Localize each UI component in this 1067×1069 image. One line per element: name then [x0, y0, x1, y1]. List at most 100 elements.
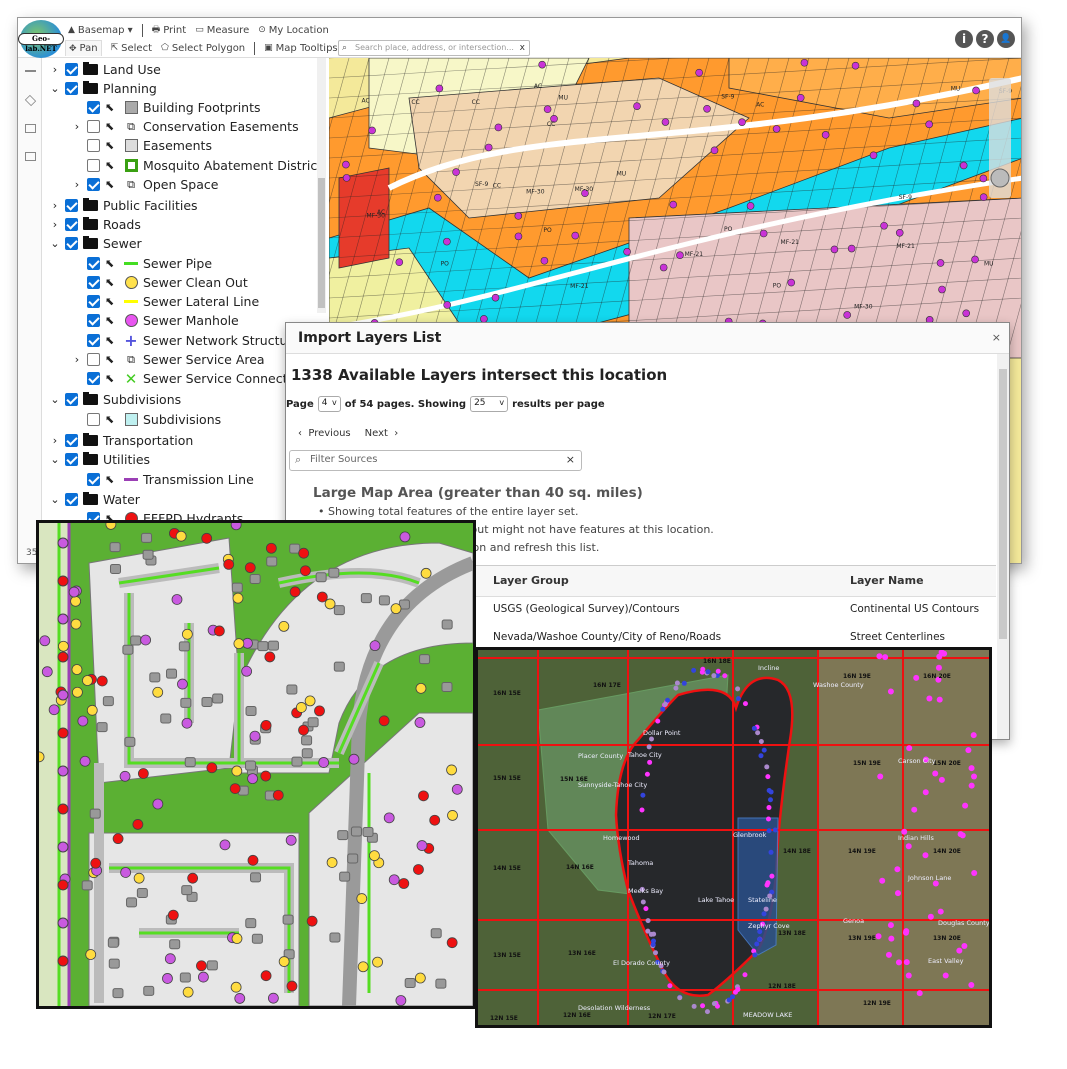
- help-icon[interactable]: ?: [976, 30, 994, 48]
- layer-checkbox[interactable]: [87, 159, 100, 172]
- user-icon[interactable]: 👤: [997, 30, 1015, 48]
- layer-checkbox[interactable]: [87, 334, 100, 347]
- chevron-right-icon[interactable]: ›: [50, 434, 60, 447]
- select-button[interactable]: ⇱ Select: [111, 43, 152, 54]
- layer-checkbox[interactable]: [87, 372, 100, 385]
- select-tool-icon[interactable]: ⬉: [105, 178, 119, 191]
- layer-tree-item[interactable]: ⬉ Subdivisions: [72, 410, 221, 429]
- select-tool-icon[interactable]: ⬉: [105, 139, 119, 152]
- layer-tree-item[interactable]: › Land Use: [50, 60, 161, 79]
- layer-tree-scrollbar[interactable]: [317, 58, 326, 313]
- legend-toggle-icon[interactable]: [25, 70, 36, 79]
- chevron-right-icon[interactable]: ›: [50, 199, 60, 212]
- dialog-scrollbar[interactable]: [997, 354, 1009, 739]
- layer-tree-item[interactable]: ⌄ Water: [50, 490, 140, 509]
- layer-tree-item[interactable]: ⬉ Sewer Manhole: [72, 311, 239, 330]
- layer-checkbox[interactable]: [87, 314, 100, 327]
- print-button[interactable]: 🖶 Print: [152, 22, 187, 38]
- chevron-right-icon[interactable]: ›: [72, 353, 82, 366]
- select-tool-icon[interactable]: ⬉: [105, 372, 119, 385]
- layer-checkbox[interactable]: [87, 139, 100, 152]
- layer-tree-item[interactable]: › ⬉ ⧉ Conservation Easements: [72, 117, 299, 136]
- layer-tree-item[interactable]: › ⬉ ⧉ Sewer Service Area: [72, 350, 265, 369]
- select-tool-icon[interactable]: ⬉: [105, 257, 119, 270]
- layer-checkbox[interactable]: [87, 120, 100, 133]
- sewer-network-map[interactable]: [36, 520, 476, 1009]
- chevron-right-icon[interactable]: ›: [72, 120, 82, 133]
- layer-checkbox[interactable]: [87, 178, 100, 191]
- column-layer-name[interactable]: Layer Name: [850, 574, 924, 587]
- clear-search-button[interactable]: x: [520, 41, 525, 55]
- layer-checkbox[interactable]: [87, 257, 100, 270]
- layer-tree-item[interactable]: ⬉ Transmission Line: [72, 470, 254, 489]
- layer-checkbox[interactable]: [87, 276, 100, 289]
- panel-icon[interactable]: [25, 152, 36, 161]
- select-tool-icon[interactable]: ⬉: [105, 353, 119, 366]
- info-icon[interactable]: i: [955, 30, 973, 48]
- select-tool-icon[interactable]: ⬉: [105, 120, 119, 133]
- layer-checkbox[interactable]: [65, 63, 78, 76]
- filter-sources-input[interactable]: ⌕ Filter Sources ×: [289, 450, 582, 471]
- layer-tree-item[interactable]: › ⬉ ⧉ Open Space: [72, 175, 219, 194]
- layer-tree-item[interactable]: ⬉ Sewer Clean Out: [72, 273, 248, 292]
- layer-checkbox[interactable]: [65, 237, 78, 250]
- lake-tahoe-map[interactable]: 16N 15E 16N 17E 16N 18E 16N 19E 16N 20E 15N 1…: [475, 647, 992, 1028]
- select-tool-icon[interactable]: ⬉: [105, 413, 119, 426]
- layer-tree-item[interactable]: ⬉ Sewer Pipe: [72, 254, 212, 273]
- close-button[interactable]: ×: [992, 331, 1001, 344]
- layer-tree-item[interactable]: ⌄ Utilities: [50, 450, 150, 469]
- layer-checkbox[interactable]: [65, 199, 78, 212]
- layer-tree-item[interactable]: › Roads: [50, 215, 141, 234]
- layer-tree-item[interactable]: ⬉ Easements: [72, 136, 212, 155]
- layer-tree-item[interactable]: ⬉ Building Footprints: [72, 98, 261, 117]
- layers-icon[interactable]: [24, 94, 37, 107]
- select-polygon-button[interactable]: ⬠ Select Polygon: [161, 43, 245, 54]
- chevron-down-icon[interactable]: ⌄: [50, 393, 60, 406]
- measure-button[interactable]: ▭ Measure: [195, 25, 249, 36]
- layer-tree-item[interactable]: › Transportation: [50, 431, 193, 450]
- select-tool-icon[interactable]: ⬉: [105, 334, 119, 347]
- table-icon[interactable]: [25, 124, 36, 133]
- select-tool-icon[interactable]: ⬉: [105, 276, 119, 289]
- layer-tree-item[interactable]: ⌄ Planning: [50, 79, 157, 98]
- select-tool-icon[interactable]: ⬉: [105, 473, 119, 486]
- layer-tree-item[interactable]: › Public Facilities: [50, 196, 198, 215]
- pan-control[interactable]: [990, 168, 1010, 188]
- layer-tree-item[interactable]: ⬉ Mosquito Abatement District: [72, 156, 322, 175]
- select-tool-icon[interactable]: ⬉: [105, 314, 119, 327]
- select-tool-icon[interactable]: ⬉: [105, 295, 119, 308]
- layer-tree-item[interactable]: ⬉ + Sewer Network Structure: [72, 331, 300, 350]
- layer-checkbox[interactable]: [87, 413, 100, 426]
- select-tool-icon[interactable]: ⬉: [105, 159, 119, 172]
- per-page-select[interactable]: 25: [470, 396, 509, 412]
- chevron-right-icon[interactable]: ›: [50, 218, 60, 231]
- basemap-button[interactable]: ▲ Basemap ▾: [68, 25, 133, 36]
- layer-checkbox[interactable]: [65, 82, 78, 95]
- layer-tree-item[interactable]: ⬉ ✕ Sewer Service Connection: [72, 369, 307, 388]
- layer-checkbox[interactable]: [65, 434, 78, 447]
- layer-tree-item[interactable]: ⌄ Sewer: [50, 234, 142, 253]
- search-input[interactable]: ⌕ Search place, address, or intersection.…: [338, 40, 530, 56]
- map-tooltips-button[interactable]: ▣ Map Tooltips: [264, 43, 337, 54]
- layer-checkbox[interactable]: [65, 218, 78, 231]
- select-tool-icon[interactable]: ⬉: [105, 101, 119, 114]
- layer-tree-item[interactable]: ⌄ Subdivisions: [50, 390, 181, 409]
- chevron-down-icon[interactable]: ⌄: [50, 237, 60, 250]
- pan-button[interactable]: ✥ Pan: [65, 40, 102, 56]
- layer-checkbox[interactable]: [87, 101, 100, 114]
- chevron-right-icon[interactable]: ›: [72, 178, 82, 191]
- previous-button[interactable]: ‹ Previous: [298, 428, 351, 439]
- chevron-down-icon[interactable]: ⌄: [50, 82, 60, 95]
- chevron-down-icon[interactable]: ⌄: [50, 453, 60, 466]
- layer-checkbox[interactable]: [65, 393, 78, 406]
- column-layer-group[interactable]: Layer Group: [493, 574, 569, 587]
- next-button[interactable]: Next ›: [365, 428, 399, 439]
- chevron-down-icon[interactable]: ⌄: [50, 493, 60, 506]
- page-select[interactable]: 4: [317, 396, 341, 412]
- layer-checkbox[interactable]: [87, 473, 100, 486]
- layer-checkbox[interactable]: [87, 353, 100, 366]
- layer-checkbox[interactable]: [65, 493, 78, 506]
- my-location-button[interactable]: ⊙ My Location: [258, 25, 329, 36]
- layer-checkbox[interactable]: [87, 295, 100, 308]
- layer-checkbox[interactable]: [65, 453, 78, 466]
